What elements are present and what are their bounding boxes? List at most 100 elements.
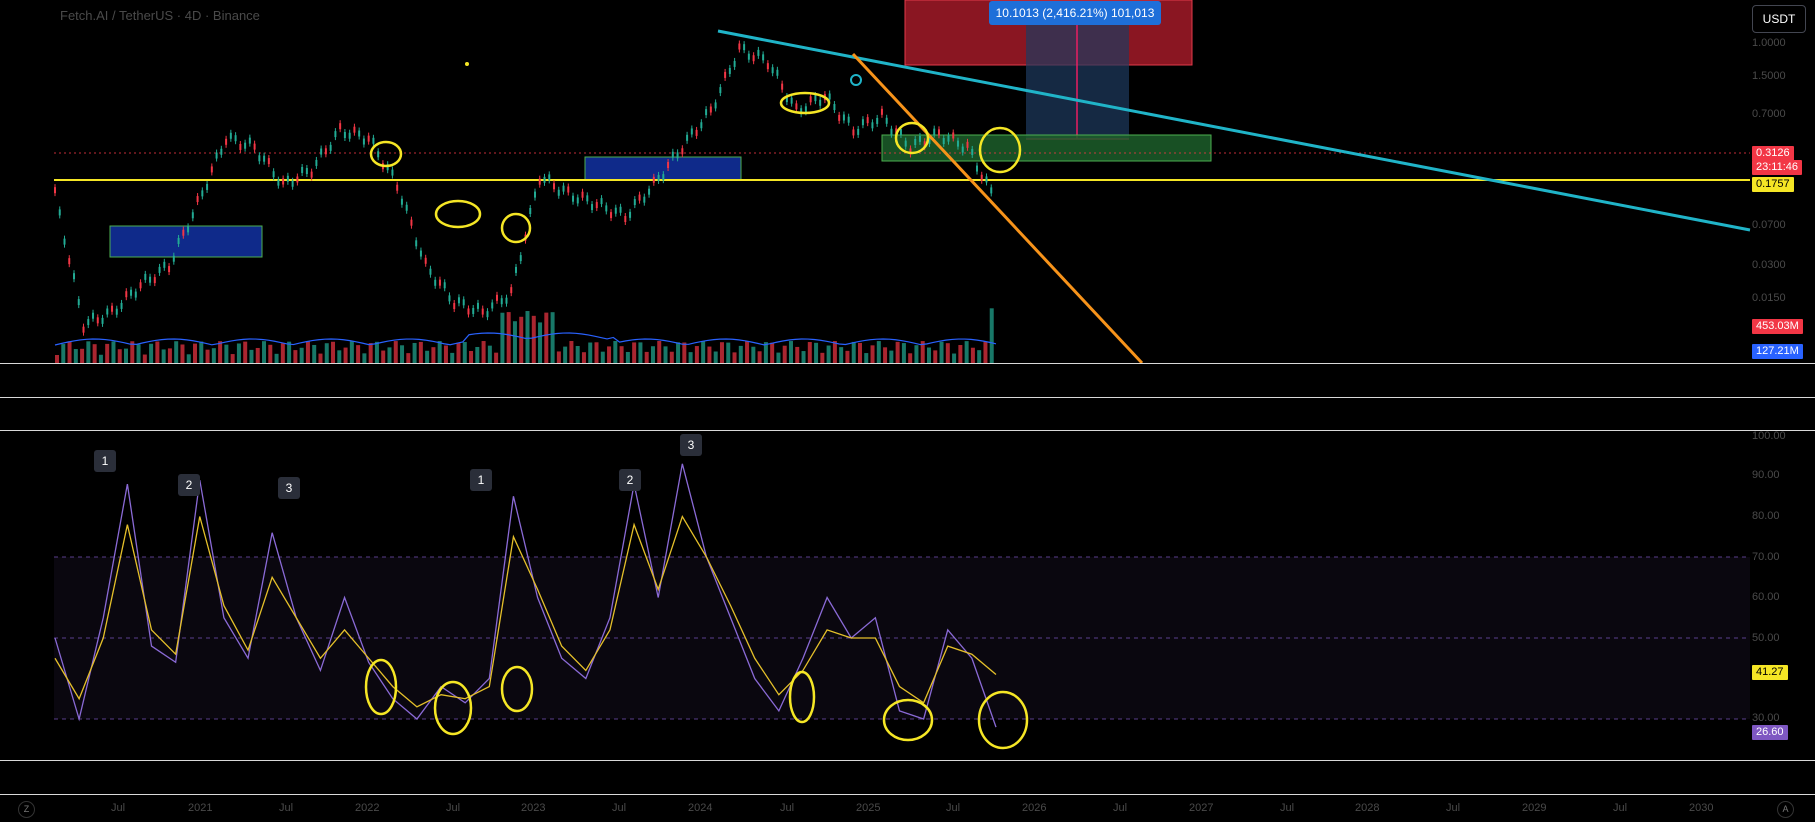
volume-bar: [337, 350, 342, 363]
volume-badge: 453.03M: [1752, 319, 1803, 334]
pane-divider[interactable]: [0, 760, 1815, 761]
candle: [111, 305, 114, 312]
volume-bar: [707, 346, 712, 363]
volume-bar: [456, 342, 461, 363]
candle: [329, 144, 332, 151]
volume-bar: [61, 344, 66, 363]
volume-bar: [983, 341, 988, 363]
chart-canvas[interactable]: [0, 0, 1815, 822]
volume-bar: [638, 342, 643, 363]
time-tick: 2024: [688, 802, 713, 814]
candle: [586, 195, 589, 202]
volume-bar: [155, 341, 160, 363]
candle: [438, 279, 441, 286]
zone-box-blue: [109, 225, 263, 258]
volume-bar: [682, 342, 687, 363]
candle: [419, 250, 422, 257]
candle: [795, 103, 798, 110]
volume-bar: [883, 347, 888, 363]
volume-bar: [506, 312, 511, 363]
volume-bar: [280, 343, 285, 363]
volume-bar: [694, 346, 699, 363]
candle: [871, 122, 874, 129]
candle: [700, 122, 703, 129]
volume-bar: [92, 344, 97, 363]
pane-divider[interactable]: [0, 794, 1815, 795]
volume-bar: [964, 341, 969, 363]
volume-bar: [870, 345, 875, 363]
rsi-tick: 70.00: [1752, 551, 1780, 563]
candle: [937, 129, 940, 136]
volume-bar: [305, 341, 310, 363]
volume-bar: [312, 344, 317, 363]
candle: [495, 294, 498, 301]
pane-divider[interactable]: [0, 363, 1815, 364]
volume-bar: [406, 353, 411, 363]
candle: [966, 141, 969, 148]
candle: [562, 185, 565, 192]
candle: [534, 191, 537, 198]
candle: [191, 212, 194, 219]
candle: [686, 134, 689, 141]
volume-bar: [851, 341, 856, 363]
marker-dot: [465, 62, 469, 66]
candle: [529, 207, 532, 214]
time-tick: 2022: [355, 802, 380, 814]
volume-bar: [362, 353, 367, 363]
candle: [134, 291, 137, 298]
candle: [144, 273, 147, 280]
volume-bar: [243, 341, 248, 363]
volume-bar: [475, 346, 480, 363]
volume-bar: [814, 342, 819, 363]
candle: [168, 266, 171, 273]
volume-bar: [469, 350, 474, 363]
candle: [747, 53, 750, 60]
candle: [728, 67, 731, 74]
candle: [714, 102, 717, 109]
pane-divider[interactable]: [0, 430, 1815, 431]
volume-bar: [324, 343, 329, 363]
volume-bar: [418, 341, 423, 363]
candle: [305, 168, 308, 175]
volume-bar: [393, 341, 398, 363]
left-round-button[interactable]: Z: [18, 801, 35, 818]
peak-label: 3: [680, 434, 702, 456]
candle: [961, 146, 964, 153]
candle: [705, 109, 708, 116]
candle: [125, 291, 128, 298]
time-tick: Jul: [946, 802, 961, 814]
candle: [263, 155, 266, 162]
candle: [857, 128, 860, 135]
volume-bar: [167, 348, 172, 363]
volume-bar: [425, 350, 430, 363]
measure-label: 10.1013 (2,416.21%) 101,013: [989, 1, 1161, 25]
candle: [481, 308, 484, 315]
volume-bar: [726, 342, 731, 363]
candle: [229, 132, 232, 139]
candle: [847, 116, 850, 123]
candle: [286, 175, 289, 182]
volume-bar: [255, 347, 260, 363]
candle: [781, 83, 784, 90]
volume-bar: [889, 350, 894, 363]
candle: [467, 308, 470, 315]
time-tick: Jul: [279, 802, 294, 814]
volume-bar: [795, 346, 800, 363]
candle: [676, 152, 679, 159]
volume-bar: [826, 345, 831, 363]
right-round-button[interactable]: A: [1777, 801, 1794, 818]
volume-bar: [807, 342, 812, 363]
volume-bar: [952, 353, 957, 363]
candle: [63, 238, 66, 245]
candle: [852, 129, 855, 136]
volume-bar: [575, 346, 580, 363]
volume-bar: [318, 353, 323, 363]
pane-divider[interactable]: [0, 397, 1815, 398]
candle: [301, 166, 304, 173]
candle: [448, 295, 451, 302]
candle: [600, 198, 603, 205]
volume-bar: [80, 348, 85, 363]
volume-bar: [55, 355, 59, 363]
candle: [572, 195, 575, 202]
volume-bar: [751, 346, 756, 363]
